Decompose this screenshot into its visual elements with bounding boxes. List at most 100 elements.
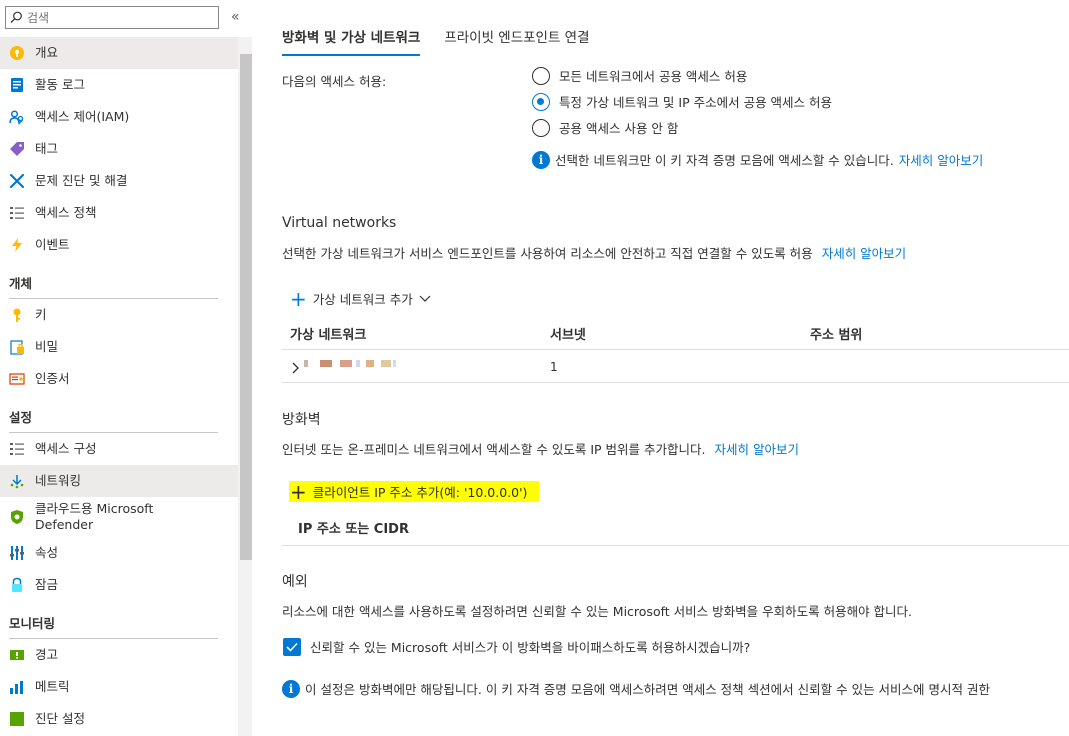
section-title: 설정	[9, 410, 33, 425]
tab-firewalls-and-vnets[interactable]: 방화벽 및 가상 네트워크	[282, 26, 421, 56]
metrics-icon	[9, 679, 25, 695]
shield-icon	[9, 509, 25, 525]
firewall-section-title: 방화벽	[282, 412, 321, 428]
table-row[interactable]: 1	[282, 351, 1069, 383]
tag-icon	[9, 141, 25, 157]
radio-option-all-networks[interactable]: 모든 네트워크에서 공용 액세스 허용	[532, 66, 747, 85]
plus-icon: +	[290, 286, 307, 311]
properties-icon	[9, 545, 25, 561]
section-title: 모니터링	[9, 616, 56, 631]
menu-item-label: 이벤트	[35, 237, 70, 252]
certificate-icon	[9, 371, 25, 387]
menu-item-label: 잠금	[35, 577, 59, 592]
vnet-description-text: 선택한 가상 네트워크가 서비스 엔드포인트를 사용하여 리소스에 안전하고 직…	[282, 246, 813, 261]
column-header-vnet: 가상 네트워크	[290, 328, 367, 343]
menu-search-input[interactable]	[27, 10, 207, 25]
learn-more-link[interactable]: 자세히 알아보기	[822, 243, 906, 262]
menu-item-label: 네트워킹	[35, 473, 82, 488]
add-vnet-label: 가상 네트워크 추가	[312, 292, 413, 307]
column-header-address-range: 주소 범위	[810, 328, 863, 343]
menu-item-label: 태그	[35, 141, 59, 156]
add-virtual-network-button[interactable]: + 가상 네트워크 추가	[290, 286, 431, 311]
ip-grid-header: IP 주소 또는 CIDR	[282, 508, 1069, 546]
radio-button[interactable]	[532, 118, 550, 137]
exceptions-info-message: i 이 설정은 방화벽에만 해당됩니다. 이 키 자격 증명 모음에 액세스하려…	[282, 679, 990, 698]
menu-item-label: 인증서	[35, 371, 70, 386]
menu-item-secrets[interactable]: 비밀	[0, 331, 238, 363]
menu-item-tags[interactable]: 태그	[0, 133, 238, 165]
access-info-message: i 선택한 네트워크만 이 키 자격 증명 모음에 액세스할 수 있습니다. 자…	[532, 150, 983, 169]
menu-item-label: 개요	[35, 45, 59, 60]
menu-item-label: 비밀	[35, 339, 59, 354]
menu-search-box[interactable]	[5, 6, 219, 29]
access-info-text: 선택한 네트워크만 이 키 자격 증명 모음에 액세스할 수 있습니다.	[555, 153, 894, 168]
menu-item-locks[interactable]: 잠금	[0, 569, 238, 601]
menu-item-activity-log[interactable]: 활동 로그	[0, 69, 238, 101]
menu-item-metrics[interactable]: 메트릭	[0, 671, 238, 703]
radio-option-selected-networks[interactable]: 특정 가상 네트워크 및 IP 주소에서 공용 액세스 허용	[532, 92, 832, 111]
menu-scrollbar-thumb[interactable]	[240, 54, 252, 560]
people-icon	[9, 109, 25, 125]
menu-item-certificates[interactable]: 인증서	[0, 363, 238, 395]
exceptions-description: 리소스에 대한 액세스를 사용하도록 설정하려면 신뢰할 수 있는 Micros…	[282, 604, 913, 619]
learn-more-link[interactable]: 자세히 알아보기	[899, 150, 983, 169]
menu-item-access-configuration[interactable]: 액세스 구성	[0, 433, 238, 465]
menu-item-label: 경고	[35, 647, 59, 662]
tab-private-endpoints[interactable]: 프라이빗 엔드포인트 연결	[444, 26, 589, 56]
vnet-grid-header: 가상 네트워크 서브넷 주소 범위	[282, 316, 1069, 350]
lock-icon	[9, 577, 25, 593]
menu-item-overview[interactable]: 개요	[0, 37, 238, 69]
menu-item-access-policies[interactable]: 액세스 정책	[0, 197, 238, 229]
redacted-vnet-name	[320, 360, 332, 367]
menu-list: 개요 활동 로그 액세스 제어(IAM) 태그 문제 진단 및 해결 액세스 정…	[0, 37, 238, 735]
menu-item-label: 진단 설정	[35, 711, 85, 726]
activity-log-icon	[9, 77, 25, 93]
menu-item-iam[interactable]: 액세스 제어(IAM)	[0, 101, 238, 133]
firewall-description-text: 인터넷 또는 온-프레미스 네트워크에서 액세스할 수 있도록 IP 범위를 추…	[282, 442, 706, 457]
menu-item-label: 활동 로그	[35, 77, 85, 92]
menu-item-properties[interactable]: 속성	[0, 537, 238, 569]
menu-item-alerts[interactable]: 경고	[0, 639, 238, 671]
menu-item-events[interactable]: 이벤트	[0, 229, 238, 261]
vnet-section-title: Virtual networks	[282, 215, 397, 231]
learn-more-link[interactable]: 자세히 알아보기	[714, 439, 798, 458]
lightning-icon	[9, 237, 25, 253]
radio-button[interactable]	[532, 92, 550, 111]
redacted-vnet-name	[340, 360, 352, 367]
vnet-description: 선택한 가상 네트워크가 서비스 엔드포인트를 사용하여 리소스에 안전하고 직…	[282, 243, 906, 262]
radio-label: 공용 액세스 사용 안 함	[559, 121, 679, 136]
redacted-vnet-name	[393, 360, 396, 367]
column-header-ip-cidr: IP 주소 또는 CIDR	[298, 522, 409, 537]
menu-item-keys[interactable]: 키	[0, 299, 238, 331]
add-client-ip-label: 클라이언트 IP 주소 추가(예: '10.0.0.0')	[312, 485, 528, 500]
chevron-right-icon[interactable]	[292, 362, 300, 374]
radio-button[interactable]	[532, 66, 550, 85]
networking-blade: 방화벽 및 가상 네트워크 프라이빗 엔드포인트 연결 다음의 액세스 허용: …	[252, 0, 1069, 736]
menu-item-label: 액세스 구성	[35, 441, 97, 456]
search-icon	[10, 11, 22, 23]
firewall-description: 인터넷 또는 온-프레미스 네트워크에서 액세스할 수 있도록 IP 범위를 추…	[282, 439, 799, 458]
menu-item-label: 문제 진단 및 해결	[35, 173, 128, 188]
trusted-services-checkbox-row[interactable]: 신뢰할 수 있는 Microsoft 서비스가 이 방화벽을 바이패스하도록 허…	[283, 637, 750, 656]
radio-option-disable-public[interactable]: 공용 액세스 사용 안 함	[532, 118, 678, 137]
redacted-vnet-name	[366, 360, 374, 367]
trusted-services-checkbox[interactable]	[283, 637, 301, 656]
exceptions-info-text: 이 설정은 방화벽에만 해당됩니다. 이 키 자격 증명 모음에 액세스하려면 …	[305, 682, 990, 697]
chevron-down-icon	[419, 295, 431, 302]
resource-menu: « 개요 활동 로그 액세스 제어(IAM) 태그	[0, 0, 252, 736]
menu-item-networking[interactable]: 네트워킹	[0, 465, 238, 497]
alert-icon	[9, 647, 25, 663]
info-icon: i	[282, 679, 300, 698]
info-icon: i	[532, 150, 550, 169]
menu-item-defender[interactable]: 클라우드용 Microsoft Defender	[0, 497, 238, 537]
collapse-menu-button[interactable]: «	[231, 9, 240, 25]
list-icon	[9, 441, 25, 457]
menu-item-diagnostic-settings[interactable]: 진단 설정	[0, 703, 238, 735]
add-client-ip-button[interactable]: + 클라이언트 IP 주소 추가(예: '10.0.0.0')	[289, 481, 540, 502]
menu-item-diagnose[interactable]: 문제 진단 및 해결	[0, 165, 238, 197]
section-title: 개체	[9, 276, 33, 291]
section-header-objects: 개체	[0, 261, 238, 299]
menu-item-label: 키	[35, 307, 47, 322]
menu-item-label: 액세스 제어(IAM)	[35, 109, 130, 124]
section-header-monitoring: 모니터링	[0, 601, 238, 639]
